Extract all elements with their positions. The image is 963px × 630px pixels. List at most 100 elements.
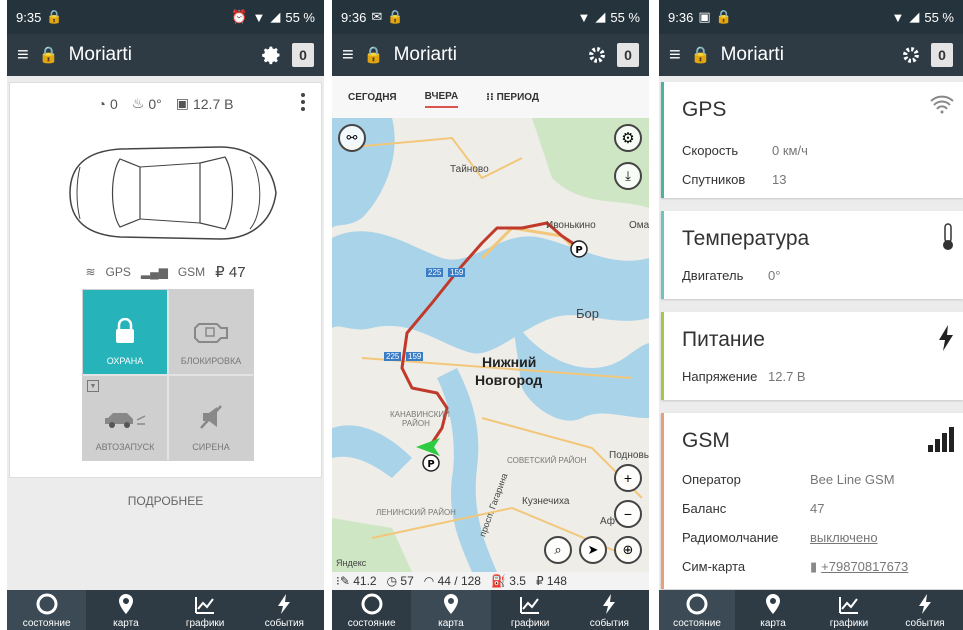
operator-key: Оператор: [682, 472, 741, 487]
siren-button[interactable]: СИРЕНА: [169, 376, 253, 460]
locate-button[interactable]: ⊕: [614, 536, 642, 564]
nav-charts[interactable]: графики: [811, 590, 887, 630]
fuel-icon: ⛽: [490, 574, 506, 588]
tab-today[interactable]: СЕГОДНЯ: [348, 88, 397, 107]
menu-icon[interactable]: ≡: [342, 44, 354, 67]
map-pin-icon: [766, 594, 780, 614]
app-bar: ≡ 🔒 Moriarti 0: [7, 34, 324, 76]
map-pin-icon: [443, 594, 458, 614]
gsm-label: GSM: [177, 265, 206, 279]
nav-map[interactable]: карта: [735, 590, 811, 630]
map-label: Новгород: [475, 372, 543, 388]
siren-label: СИРЕНА: [192, 442, 230, 452]
event-counter[interactable]: 0: [617, 43, 639, 67]
nav-charts[interactable]: графики: [491, 590, 570, 630]
car-stats: ◔ 0 ♨ 0° ▣ 12.7 В: [10, 95, 321, 112]
nav-events[interactable]: события: [887, 590, 963, 630]
signal-icon: ◢: [909, 9, 920, 24]
zoom-in-icon: +: [623, 470, 633, 486]
nav-state[interactable]: состояние: [332, 590, 411, 630]
battery-level: 55 %: [610, 9, 640, 25]
clock-icon: ◷: [386, 574, 398, 588]
status-time: 9:35: [16, 9, 42, 25]
more-options-icon[interactable]: [301, 93, 305, 114]
zoom-in-button[interactable]: +: [614, 464, 642, 492]
route-toggle-button[interactable]: ⚯: [338, 124, 366, 152]
state-circle-icon: [36, 593, 58, 615]
svg-text:P: P: [427, 459, 434, 470]
engine-temp-row: Двигатель 0°: [664, 261, 963, 290]
radio-silence-toggle[interactable]: выключено: [810, 530, 878, 545]
menu-icon[interactable]: ≡: [669, 44, 681, 67]
search-button[interactable]: ⌕: [544, 536, 572, 564]
lightning-icon: [603, 594, 616, 614]
chart-icon: [839, 597, 858, 614]
tab-yesterday[interactable]: ВЧЕРА: [424, 87, 459, 108]
autostart-button[interactable]: ▼ АВТОЗАПУСК: [83, 376, 167, 460]
nav-events[interactable]: события: [245, 590, 324, 630]
signal-icon: ◢: [270, 9, 281, 24]
map-label: Нижний: [482, 354, 537, 370]
cell-signal-icon: [928, 427, 954, 452]
nav-charts-label: графики: [829, 618, 869, 629]
navigate-button[interactable]: ➤: [579, 536, 607, 564]
chart-icon: [520, 597, 540, 614]
wifi-icon: ▼: [577, 9, 591, 25]
tab-period[interactable]: ⁝⁝ ПЕРИОД: [486, 88, 539, 107]
map-settings-button[interactable]: ⚙: [614, 124, 642, 152]
state-circle-icon: [686, 593, 708, 615]
road-badge: 225: [384, 352, 402, 361]
lock-icon: 🔒: [387, 9, 404, 24]
menu-icon[interactable]: ≡: [17, 44, 29, 67]
zoom-out-button[interactable]: −: [614, 500, 642, 528]
guard-button[interactable]: ОХРАНА: [83, 290, 167, 374]
nav-map-label: карта: [113, 618, 139, 629]
gear-icon[interactable]: [587, 45, 607, 65]
nav-map[interactable]: карта: [86, 590, 165, 630]
zoom-out-icon: −: [623, 506, 633, 522]
nav-state[interactable]: состояние: [659, 590, 735, 630]
bottom-nav: состояние карта графики события: [332, 590, 649, 630]
event-counter[interactable]: 0: [931, 43, 953, 67]
gps-speed-key: Скорость: [682, 143, 739, 158]
details-link[interactable]: ПОДРОБНЕЕ: [7, 494, 324, 508]
dropdown-icon[interactable]: ▼: [87, 380, 99, 392]
map-label: РАЙОН: [402, 419, 430, 428]
gsm-card: GSM Оператор Bee Line GSM Баланс 47 Радиом…: [661, 413, 963, 589]
route-map[interactable]: P P Тайново Ивонькино Ома Бор Нижний Нов…: [332, 118, 649, 572]
app-title: Moriarti: [393, 44, 457, 65]
gear-icon[interactable]: [262, 45, 282, 65]
crosshair-icon: ⊕: [622, 542, 634, 557]
lightning-icon: [939, 325, 953, 351]
nav-events-label: события: [589, 618, 629, 629]
gps-card: GPS Скорость 0 км/ч Спутников 13: [661, 82, 963, 198]
gps-speed-row: Скорость 0 км/ч: [664, 136, 963, 165]
parking-icon: P: [570, 240, 588, 258]
event-counter[interactable]: 0: [292, 43, 314, 67]
status-time: 9:36: [668, 9, 694, 25]
download-button[interactable]: ⤓: [614, 162, 642, 190]
nav-events[interactable]: события: [570, 590, 649, 630]
battery-icon: ▣: [175, 95, 189, 111]
lock-icon: [116, 318, 134, 343]
bottom-nav: состояние карта графики события: [7, 590, 324, 630]
radio-silence-key: Радиомолчание: [682, 530, 779, 545]
lock-status-icon: 🔒: [690, 47, 711, 64]
lock-icon: 🔒: [46, 9, 63, 24]
siren-muted-icon: [200, 405, 222, 429]
nav-state[interactable]: состояние: [7, 590, 87, 630]
calendar-icon: ⁝⁝: [486, 91, 497, 103]
sim-phone-link[interactable]: +79870817673: [821, 559, 908, 574]
radio-silence-row: Радиомолчание выключено: [664, 523, 963, 552]
wifi-icon: ▼: [891, 9, 905, 25]
battery-level: 55 %: [285, 9, 315, 25]
block-button[interactable]: БЛОКИРОВКА: [169, 290, 253, 374]
nav-charts[interactable]: графики: [166, 590, 245, 630]
lock-icon: 🔒: [715, 9, 732, 24]
gear-icon[interactable]: [901, 45, 921, 65]
app-bar: ≡ 🔒 Moriarti 0: [332, 34, 649, 76]
nav-map[interactable]: карта: [411, 590, 491, 630]
signal-icon: ◢: [595, 9, 606, 24]
status-time: 9:36: [341, 9, 367, 25]
speed-value: 0: [110, 95, 118, 112]
